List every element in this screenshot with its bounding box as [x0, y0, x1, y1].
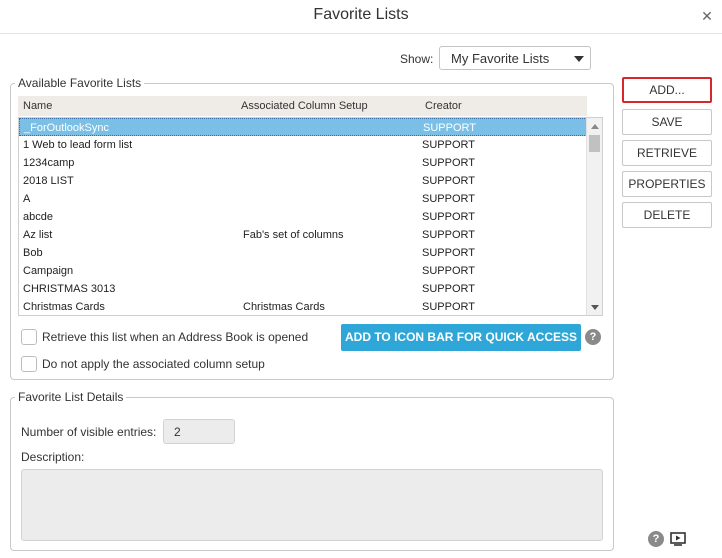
- help-icon[interactable]: ?: [585, 329, 601, 345]
- favorite-list-details-legend: Favorite List Details: [15, 390, 127, 404]
- delete-button[interactable]: DELETE: [622, 202, 712, 228]
- row-name: abcde: [23, 211, 53, 223]
- row-name: 1 Web to lead form list: [23, 139, 133, 151]
- row-creator: SUPPORT: [422, 193, 475, 205]
- table-row[interactable]: abcde SUPPORT: [19, 208, 587, 226]
- visible-entries-label: Number of visible entries:: [21, 425, 157, 439]
- row-name: Christmas Cards: [23, 301, 105, 313]
- favorite-lists-table[interactable]: _ForOutlookSync SUPPORT 1 Web to lead form…: [18, 117, 603, 316]
- row-creator: SUPPORT: [422, 229, 475, 241]
- column-header-setup[interactable]: Associated Column Setup: [241, 100, 368, 112]
- table-row[interactable]: A SUPPORT: [19, 190, 587, 208]
- column-header-creator[interactable]: Creator: [425, 100, 462, 112]
- row-name: Bob: [23, 247, 43, 259]
- available-lists-legend: Available Favorite Lists: [15, 76, 145, 90]
- show-dropdown-value: My Favorite Lists: [451, 51, 550, 66]
- dialog-titlebar: Favorite Lists ✕: [0, 0, 722, 34]
- scroll-up-icon[interactable]: [591, 124, 599, 129]
- chevron-down-icon: [574, 56, 584, 62]
- row-creator: SUPPORT: [422, 301, 475, 313]
- column-header-name[interactable]: Name: [23, 100, 52, 112]
- row-creator: SUPPORT: [422, 283, 475, 295]
- video-tutorial-icon[interactable]: [670, 532, 686, 546]
- no-column-setup-label: Do not apply the associated column setup: [42, 357, 265, 371]
- help-icon[interactable]: ?: [648, 531, 664, 547]
- retrieve-on-open-label: Retrieve this list when an Address Book …: [42, 330, 309, 344]
- row-setup: Fab's set of columns: [243, 229, 344, 241]
- row-creator: SUPPORT: [422, 211, 475, 223]
- no-column-setup-checkbox[interactable]: [21, 356, 37, 372]
- add-button[interactable]: ADD...: [622, 77, 712, 103]
- save-button[interactable]: SAVE: [622, 109, 712, 135]
- row-name: _ForOutlookSync: [24, 122, 109, 134]
- table-row[interactable]: 1234camp SUPPORT: [19, 154, 587, 172]
- retrieve-on-open-checkbox[interactable]: [21, 329, 37, 345]
- add-to-icon-bar-button[interactable]: ADD TO ICON BAR FOR QUICK ACCESS: [341, 324, 581, 351]
- table-row[interactable]: Az list Fab's set of columns SUPPORT: [19, 226, 587, 244]
- row-creator: SUPPORT: [422, 247, 475, 259]
- table-row[interactable]: Campaign SUPPORT: [19, 262, 587, 280]
- dialog-title: Favorite Lists: [313, 6, 409, 23]
- row-name: 2018 LIST: [23, 175, 74, 187]
- table-row[interactable]: Christmas Cards Christmas Cards SUPPORT: [19, 298, 587, 315]
- row-creator: SUPPORT: [422, 265, 475, 277]
- visible-entries-field: 2: [163, 419, 235, 444]
- retrieve-button[interactable]: RETRIEVE: [622, 140, 712, 166]
- table-row[interactable]: Bob SUPPORT: [19, 244, 587, 262]
- properties-button[interactable]: PROPERTIES: [622, 171, 712, 197]
- table-row[interactable]: 2018 LIST SUPPORT: [19, 172, 587, 190]
- show-dropdown[interactable]: My Favorite Lists: [439, 46, 591, 70]
- row-name: Campaign: [23, 265, 74, 277]
- row-creator: SUPPORT: [422, 175, 475, 187]
- row-name: CHRISTMAS 3013: [23, 283, 116, 295]
- scroll-down-icon[interactable]: [591, 305, 599, 310]
- close-icon[interactable]: ✕: [700, 9, 714, 23]
- row-name: A: [23, 193, 31, 205]
- table-row[interactable]: 1 Web to lead form list SUPPORT: [19, 136, 587, 154]
- show-label: Show:: [400, 52, 434, 66]
- row-creator: SUPPORT: [422, 157, 475, 169]
- table-row[interactable]: CHRISTMAS 3013 SUPPORT: [19, 280, 587, 298]
- table-row[interactable]: _ForOutlookSync SUPPORT: [19, 118, 587, 136]
- description-label: Description:: [21, 450, 85, 464]
- row-creator: SUPPORT: [422, 139, 475, 151]
- row-name: Az list: [23, 229, 53, 241]
- description-field: [21, 469, 603, 541]
- row-name: 1234camp: [23, 157, 75, 169]
- list-header: Name Associated Column Setup Creator: [18, 96, 587, 116]
- list-scrollbar[interactable]: [586, 118, 602, 315]
- scroll-thumb[interactable]: [589, 135, 600, 152]
- row-creator: SUPPORT: [423, 122, 476, 134]
- row-setup: Christmas Cards: [243, 301, 325, 313]
